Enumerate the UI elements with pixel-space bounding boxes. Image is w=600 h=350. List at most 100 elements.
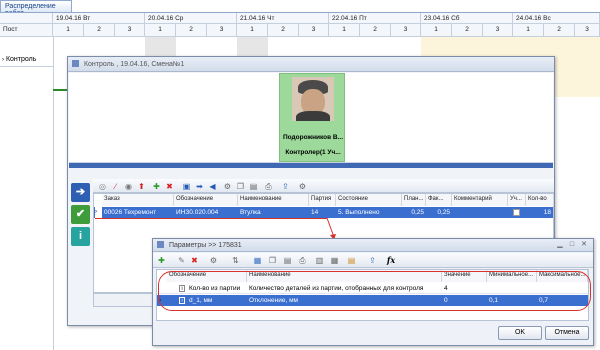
row-control[interactable]: › Контроль [0,53,53,67]
info-button[interactable]: i [71,227,90,246]
cell-designation: ИНЗ0.020.004 [176,209,219,216]
post-header: Пост [0,24,53,37]
arrow-right-button[interactable]: ➔ [71,183,90,202]
shift-header: 1 [513,24,544,37]
grid-icon[interactable]: ▥ [315,256,324,265]
employee-name: Подорожников В... [282,134,344,141]
occupied-cell[interactable] [237,37,268,57]
export-icon[interactable]: ⇪ [368,256,377,265]
date-header: 24.04.16 Вс [513,13,600,24]
sort-icon[interactable]: ⇅ [231,256,240,265]
date-header: 22.04.16 Пт [329,13,421,24]
highlight-underline [95,218,327,219]
grid-divider [53,37,54,350]
shoulders-shape [296,111,330,121]
date-header: 20.04.16 Ср [145,13,237,24]
copy-icon[interactable]: ❐ [236,182,245,191]
shift-header: 3 [207,24,237,37]
highlight-oval [158,271,591,311]
col-order[interactable]: Заказ [102,194,174,206]
cell-plan: 0,25 [411,209,424,216]
orders-toolbar: ◎ ∕ ◉ ⬆ ✚ ✖ ▣ ➡ ◀ ⚙ ❐ ▤ ⎙ ⇪ ⚙ [93,179,554,193]
shift-header: 1 [421,24,452,37]
cell-state: 5. Выполнено [338,209,380,216]
employee-card[interactable]: Подорожников В... Контролер(1 Уч... [279,73,345,162]
prev-icon[interactable]: ◀ [208,182,217,191]
delete-icon[interactable]: ✖ [165,182,174,191]
col-plan[interactable]: План... [402,194,426,206]
shift-header: 3 [575,24,600,37]
filter-icon[interactable]: ▤ [283,256,292,265]
view-icon[interactable]: ◉ [124,182,133,191]
cell-comment [452,207,508,218]
date-header: 19.04.16 Вт [53,13,145,24]
col-designation[interactable]: Обозначение [174,194,238,206]
shift-header: 2 [544,24,575,37]
col-account[interactable]: Уч... [508,194,526,206]
col-name[interactable]: Наименование [238,194,309,206]
delete-icon[interactable]: ✖ [190,256,199,265]
params-window: Параметры >> 175831 ▁ □ ✕ ✚ ✎ ✖ ⚙ ⇅ ▦ ❐ … [152,238,594,346]
settings-icon[interactable]: ⚙ [298,182,307,191]
col-count[interactable]: Кол-во [526,194,554,206]
layout-icon[interactable]: ▦ [330,256,339,265]
shift-header: 2 [360,24,391,37]
row-expand-icon[interactable]: › [2,57,4,63]
formula-button[interactable]: fx [385,256,397,265]
col-fact[interactable]: Фак... [426,194,452,206]
app-icon [157,241,164,248]
col-state[interactable]: Состояние [336,194,402,206]
splitter-bar[interactable] [69,163,553,168]
edit-icon[interactable]: ∕ [111,182,120,191]
cancel-button[interactable]: Отмена [545,326,589,340]
columns-icon[interactable]: ▤ [347,256,356,265]
copy-icon[interactable]: ❐ [268,256,277,265]
up-arrow-icon[interactable]: ⬆ [137,182,146,191]
date-header: 23.04.16 Сб [421,13,513,24]
shift-header: 2 [176,24,207,37]
employee-role: Контролер(1 Уч... [285,149,341,156]
params-toolbar: ✚ ✎ ✖ ⚙ ⇅ ▦ ❐ ▤ ⎙ ▥ ▦ ▤ ⇪ fx [153,253,593,268]
print-icon[interactable]: ⎙ [264,182,273,191]
add-icon[interactable]: ✚ [157,256,166,265]
params-window-title: Параметры >> 175831 [168,242,242,249]
refresh-icon[interactable]: ◎ [98,182,107,191]
shift-header: 1 [237,24,268,37]
next-icon[interactable]: ➡ [195,182,204,191]
col-batch[interactable]: Партия [309,194,336,206]
maximize-button[interactable]: □ [567,240,577,249]
ok-button[interactable]: OK [498,326,542,340]
occupied-cell[interactable] [145,37,176,57]
save-icon[interactable]: ▣ [182,182,191,191]
edit-icon[interactable]: ✎ [177,256,186,265]
shift-header: 1 [145,24,176,37]
params-window-title-bar: Параметры >> 175831 ▁ □ ✕ [153,239,593,252]
tools-icon[interactable]: ⚙ [209,256,218,265]
add-icon[interactable]: ✚ [152,182,161,191]
tools-icon[interactable]: ⚙ [223,182,232,191]
minimize-button[interactable]: ▁ [555,240,565,249]
shift-header: 3 [299,24,329,37]
shift-header: 2 [268,24,299,37]
print-icon[interactable]: ⎙ [298,256,307,265]
shift-header: 2 [452,24,483,37]
shift-header: 3 [391,24,421,37]
col-comment[interactable]: Комментарий [452,194,508,206]
cell-order: 00026 Техремонт [104,209,157,216]
row-indicator-icon: › [95,207,102,218]
filter-icon[interactable]: ▤ [249,182,258,191]
cell-name: Втулка [240,209,261,216]
close-button[interactable]: ✕ [579,240,589,249]
control-window-title: Контроль , 19.04.16, Смена№1 [83,61,185,68]
table-icon[interactable]: ▦ [253,256,262,265]
shift-header: 1 [329,24,360,37]
employee-photo [292,77,334,121]
export-icon[interactable]: ⇪ [281,182,290,191]
check-button[interactable]: ✔ [71,205,90,224]
control-window-title-bar: Контроль , 19.04.16, Смена№1 [68,57,554,72]
cell-fact: 0,25 [437,209,450,216]
cell-count: 18 [543,209,551,216]
account-checkbox[interactable] [513,209,520,216]
shift-header: 3 [115,24,145,37]
grid-corner [0,13,53,24]
